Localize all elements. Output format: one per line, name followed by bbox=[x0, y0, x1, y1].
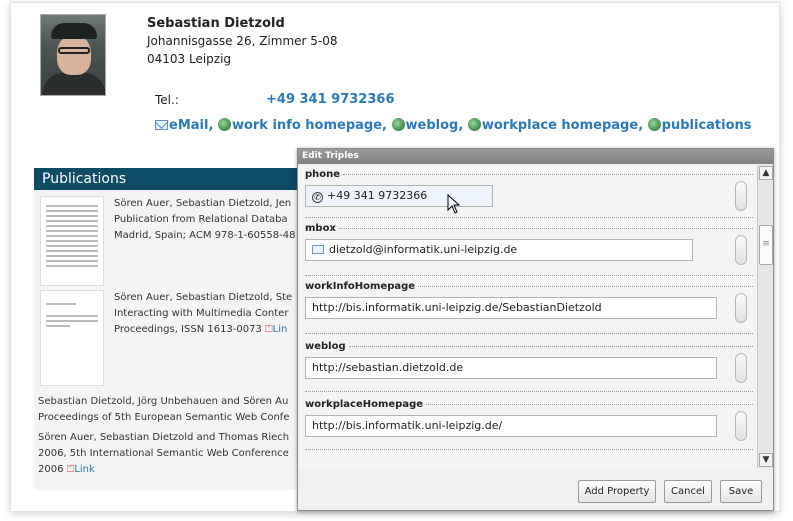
publications-panel: Publications Sören Auer, Sebastian Dietz… bbox=[34, 168, 304, 490]
property-workinfohomepage: workInfoHomepage http://bis.informatik.u… bbox=[305, 281, 753, 323]
workplace-link[interactable]: workplace homepage bbox=[482, 118, 638, 133]
divider bbox=[305, 333, 753, 334]
property-label: weblog bbox=[305, 341, 753, 352]
mbox-value-field[interactable]: dietzold@informatik.uni-leipzig.de bbox=[305, 239, 693, 261]
workinfohomepage-value-field[interactable]: http://bis.informatik.uni-leipzig.de/Seb… bbox=[305, 297, 717, 319]
paper-thumbnail[interactable] bbox=[40, 196, 104, 286]
publication-link[interactable]: Lin bbox=[273, 324, 288, 335]
scroll-down-icon[interactable]: ▼ bbox=[759, 453, 773, 467]
divider bbox=[305, 391, 753, 392]
property-weblog: weblog http://sebastian.dietzold.de bbox=[305, 341, 753, 383]
tel-label: Tel.: bbox=[155, 93, 179, 107]
address-line-2: 04103 Leipzig bbox=[147, 52, 232, 66]
mail-icon bbox=[155, 120, 168, 130]
avatar bbox=[40, 14, 106, 96]
pdf-icon: ⏍ bbox=[265, 324, 273, 335]
publications-header: Publications bbox=[34, 168, 304, 190]
globe-icon bbox=[647, 118, 661, 131]
globe-icon bbox=[391, 118, 405, 131]
divider bbox=[305, 217, 753, 218]
property-label: workplaceHomepage bbox=[305, 399, 753, 410]
publication-entry: Sebastian Dietzold, Jörg Unbehauen and S… bbox=[38, 396, 290, 423]
properties-scroll-area[interactable]: phone ✆ +49 341 9732366 mbox dietzold@inf… bbox=[299, 165, 758, 468]
phone-icon: ✆ bbox=[312, 192, 323, 203]
edit-triples-dialog: Edit Triples phone ✆ +49 341 9732366 mbox… bbox=[297, 148, 774, 511]
publication-entry: Sören Auer, Sebastian Dietzold, Ste Inte… bbox=[114, 292, 293, 335]
drag-handle[interactable] bbox=[735, 235, 747, 265]
publications-link[interactable]: publications bbox=[662, 118, 752, 133]
tel-value: +49 341 9732366 bbox=[266, 92, 395, 107]
property-mbox: mbox dietzold@informatik.uni-leipzig.de bbox=[305, 223, 753, 265]
email-link[interactable]: eMail bbox=[169, 118, 208, 133]
globe-icon bbox=[467, 118, 481, 131]
profile-links: eMail, work info homepage, weblog, workp… bbox=[155, 118, 752, 133]
weblog-value-field[interactable]: http://sebastian.dietzold.de bbox=[305, 357, 717, 379]
globe-icon bbox=[217, 118, 231, 131]
workplacehomepage-value-field[interactable]: http://bis.informatik.uni-leipzig.de/ bbox=[305, 415, 717, 437]
property-label: workInfoHomepage bbox=[305, 281, 753, 292]
property-phone: phone ✆ +49 341 9732366 bbox=[305, 169, 753, 211]
add-property-button[interactable]: Add Property bbox=[578, 480, 656, 503]
drag-handle[interactable] bbox=[735, 411, 747, 441]
cancel-button[interactable]: Cancel bbox=[664, 480, 712, 503]
property-label: mbox bbox=[305, 223, 753, 234]
divider bbox=[305, 449, 753, 450]
publication-entry: Sören Auer, Sebastian Dietzold, Jen Publ… bbox=[114, 198, 296, 241]
work-info-link[interactable]: work info homepage bbox=[232, 118, 382, 133]
drag-handle[interactable] bbox=[735, 181, 747, 211]
vertical-scrollbar[interactable]: ▲ ≡ ▼ bbox=[757, 165, 773, 468]
mail-icon bbox=[312, 245, 324, 254]
address-line-1: Johannisgasse 26, Zimmer 5-08 bbox=[147, 34, 338, 48]
phone-value-field[interactable]: ✆ +49 341 9732366 bbox=[305, 185, 493, 207]
publication-link[interactable]: Link bbox=[74, 464, 94, 475]
property-label: phone bbox=[305, 169, 753, 180]
scroll-up-icon[interactable]: ▲ bbox=[759, 166, 773, 180]
scroll-thumb[interactable]: ≡ bbox=[759, 225, 773, 265]
publication-entry: Sören Auer, Sebastian Dietzold and Thoma… bbox=[38, 432, 290, 475]
weblog-link[interactable]: weblog bbox=[406, 118, 459, 133]
person-name: Sebastian Dietzold bbox=[147, 16, 285, 31]
drag-handle[interactable] bbox=[735, 353, 747, 383]
dialog-title[interactable]: Edit Triples bbox=[298, 149, 773, 164]
property-workplacehomepage: workplaceHomepage http://bis.informatik.… bbox=[305, 399, 753, 441]
drag-handle[interactable] bbox=[735, 293, 747, 323]
divider bbox=[305, 275, 753, 276]
paper-thumbnail[interactable] bbox=[40, 290, 104, 386]
save-button[interactable]: Save bbox=[720, 480, 762, 503]
